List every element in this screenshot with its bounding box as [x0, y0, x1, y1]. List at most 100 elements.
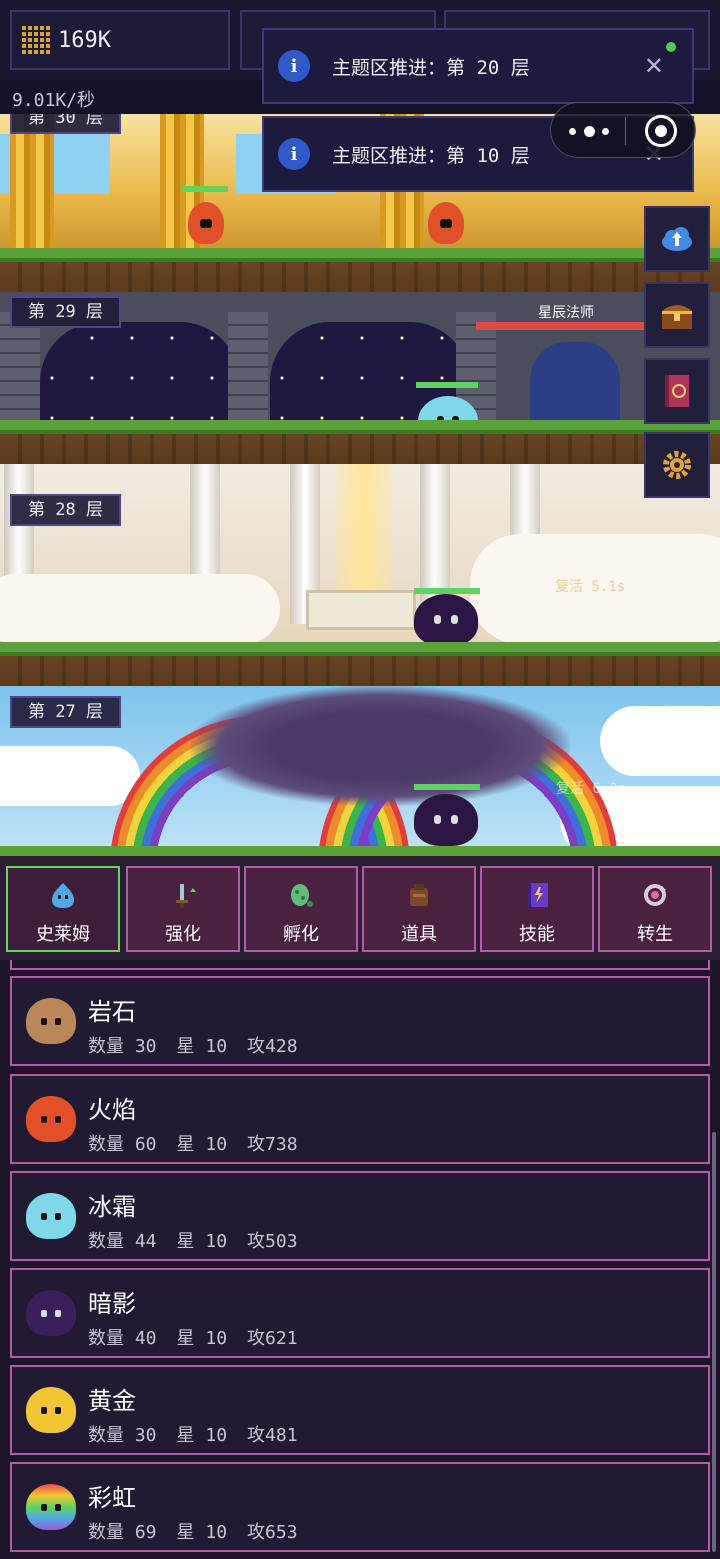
slime-attack: 攻503: [247, 1231, 298, 1252]
slime-star: 星 10: [176, 1231, 228, 1252]
slime-star: 星 10: [176, 1134, 228, 1155]
slime-stats: 数量 60 星 10 攻738: [88, 1130, 318, 1156]
slime-hp-bar: [414, 784, 480, 790]
tab-skills[interactable]: 技能: [480, 866, 594, 952]
rebirth-icon: [644, 884, 666, 906]
starry-arch: [40, 322, 240, 432]
slime-name: 岩石: [88, 998, 136, 1026]
cloud-up-button[interactable]: [644, 206, 710, 272]
slime-attack: 攻621: [247, 1328, 298, 1349]
slime-attack: 攻738: [247, 1134, 298, 1155]
egg-icon: [291, 884, 313, 907]
list-item[interactable]: 冰霜 数量 44 星 10 攻503: [10, 1171, 710, 1261]
list-item[interactable]: 暗影 数量 40 星 10 攻621: [10, 1268, 710, 1358]
tab-items[interactable]: 道具: [362, 866, 476, 952]
shadow-slime-sprite[interactable]: [414, 594, 478, 646]
fire-slime-icon: [26, 1096, 76, 1142]
close-icon[interactable]: ✕: [644, 52, 664, 80]
slime-stats: 数量 40 星 10 攻621: [88, 1324, 318, 1350]
tab-label: 孵化: [283, 924, 319, 945]
gold-counter: 169K: [10, 10, 230, 70]
list-item[interactable]: 岩石 数量 30 星 10 攻428: [10, 976, 710, 1066]
capsule-divider: [625, 117, 626, 145]
gold-grid-icon: [22, 26, 50, 54]
slime-count: 数量 69: [88, 1522, 157, 1543]
list-item[interactable]: 火焰 数量 60 星 10 攻738: [10, 1074, 710, 1164]
fire-slime-sprite[interactable]: [188, 202, 224, 244]
storm-cloud: [190, 686, 570, 806]
tab-rebirth[interactable]: 转生: [598, 866, 712, 952]
golden-column: [10, 114, 54, 254]
slime-name: 暗影: [88, 1290, 136, 1318]
tab-hatch[interactable]: 孵化: [244, 866, 358, 952]
slime-list[interactable]: 岩石 数量 30 星 10 攻428 火焰 数量 60 星 10 攻738 冰霜 数量 …: [0, 960, 720, 1559]
slime-star: 星 10: [176, 1036, 228, 1057]
grass-ground: [0, 642, 720, 686]
gold-slime-icon: [26, 1387, 76, 1433]
floor-label: 第 30 层: [10, 114, 121, 134]
slime-count: 数量 30: [88, 1036, 157, 1057]
slime-name: 冰霜: [88, 1193, 136, 1221]
ice-slime-icon: [26, 1193, 76, 1239]
income-rate: 9.01K/秒: [12, 90, 96, 111]
floor-28[interactable]: 第 28 层 复活 5.1s: [0, 464, 720, 686]
slime-attack: 攻428: [247, 1036, 298, 1057]
slime-star: 星 10: [176, 1425, 228, 1446]
tab-label: 转生: [637, 924, 673, 945]
toast-message: 主题区推进：第 20 层: [332, 56, 530, 79]
settings-button[interactable]: [644, 432, 710, 498]
more-options-icon[interactable]: [569, 117, 609, 145]
slime-attack: 攻653: [247, 1522, 298, 1543]
shadow-slime-sprite[interactable]: [414, 794, 478, 846]
slime-icon: [52, 883, 74, 908]
grass-ground: [0, 846, 720, 856]
treasure-button[interactable]: [644, 282, 710, 348]
floor-label: 第 27 层: [10, 696, 121, 728]
slime-count: 数量 40: [88, 1328, 157, 1349]
slime-attack: 攻481: [247, 1425, 298, 1446]
list-scrollbar[interactable]: [712, 1132, 716, 1552]
slime-hp-bar: [182, 186, 228, 192]
slime-name: 彩虹: [88, 1484, 136, 1512]
wave-counter: 10/10: [662, 704, 705, 720]
miniprogram-capsule: [550, 102, 696, 158]
grass-ground: [0, 420, 720, 464]
gold-value: 169K: [58, 27, 111, 53]
list-card-fragment: [10, 960, 710, 970]
tab-label: 史莱姆: [36, 924, 90, 945]
floor-27[interactable]: 第 27 层 10/10 复活 6.0s: [0, 686, 720, 856]
rainbow-slime-icon: [26, 1484, 76, 1530]
spellbook-icon: [528, 883, 548, 907]
floor-label: 第 29 层: [10, 296, 121, 328]
magic-book-icon: [665, 375, 689, 407]
fire-slime-sprite[interactable]: [428, 202, 464, 244]
grass-ground: [0, 248, 720, 292]
cloud: [0, 746, 140, 806]
slime-name: 火焰: [88, 1096, 136, 1124]
slime-stats: 数量 30 星 10 攻428: [88, 1032, 318, 1058]
info-icon: i: [278, 138, 310, 170]
slime-name: 黄金: [88, 1387, 136, 1415]
slime-stats: 数量 69 星 10 攻653: [88, 1518, 318, 1544]
slime-star: 星 10: [176, 1522, 228, 1543]
rock-slime-icon: [26, 998, 76, 1044]
tab-label: 道具: [401, 924, 437, 945]
shadow-slime-icon: [26, 1290, 76, 1336]
tab-label: 技能: [519, 924, 555, 945]
notification-toast: i 主题区推进：第 20 层 ✕: [262, 28, 694, 104]
gear-icon: [663, 451, 691, 479]
cloud: [0, 574, 280, 644]
magic-book-button[interactable]: [644, 358, 710, 424]
altar: [306, 590, 416, 630]
floor-29[interactable]: 第 29 层 星辰法师: [0, 292, 720, 464]
status-dot-icon: [666, 42, 676, 52]
list-item[interactable]: 黄金 数量 30 星 10 攻481: [10, 1365, 710, 1455]
slime-stats: 数量 44 星 10 攻503: [88, 1227, 318, 1253]
close-miniprogram-icon[interactable]: [645, 115, 677, 147]
slime-count: 数量 30: [88, 1425, 157, 1446]
list-item[interactable]: 彩虹 数量 69 星 10 攻653: [10, 1462, 710, 1552]
tab-slime[interactable]: 史莱姆: [6, 866, 120, 952]
tab-label: 强化: [165, 924, 201, 945]
tab-upgrade[interactable]: 强化: [126, 866, 240, 952]
toast-message: 主题区推进：第 10 层: [332, 144, 530, 167]
